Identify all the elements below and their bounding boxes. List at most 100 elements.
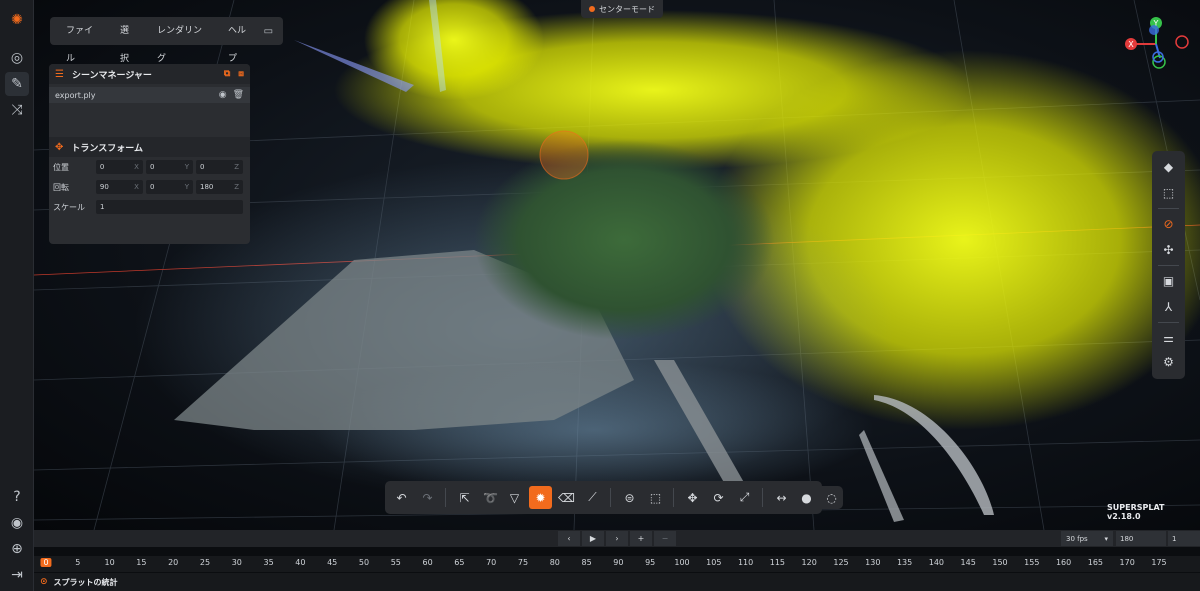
brush-select-icon[interactable]: ✹ [529,486,552,509]
timeline-tick[interactable]: 95 [645,558,655,567]
menu-help[interactable]: ヘルプ [218,17,264,64]
fps-select[interactable]: 30 fps ▾ [1061,531,1113,546]
timeline-tick[interactable]: 150 [992,558,1007,567]
add-keyframe-icon[interactable]: + [630,531,652,546]
rotation-z-field[interactable]: 180 Z [195,180,244,194]
timeline-tick[interactable]: 55 [391,558,401,567]
timeline-tick[interactable]: 85 [582,558,592,567]
axes-icon[interactable]: ⅄ [1157,297,1180,317]
timeline-tick[interactable]: 60 [423,558,433,567]
logout-icon[interactable]: ⇥ [5,563,29,587]
timeline-tick[interactable]: 100 [674,558,689,567]
next-frame-icon[interactable]: › [606,531,628,546]
timeline-tick[interactable]: 145 [961,558,976,567]
timeline-tick[interactable]: 160 [1056,558,1071,567]
discord-icon[interactable]: ◉ [5,511,29,535]
timeline-tick[interactable]: 105 [706,558,721,567]
settings-gear-icon[interactable]: ⚙ [1157,352,1180,372]
timeline-tick[interactable]: 50 [359,558,369,567]
frame-count-field[interactable]: 180 [1116,531,1166,546]
timeline-tick[interactable]: 45 [327,558,337,567]
menu-render[interactable]: レンダリング [147,17,218,64]
box-select-icon[interactable]: ⬚ [644,486,667,509]
timeline-tick[interactable]: 175 [1151,558,1166,567]
gizmo-neg-x[interactable] [1175,35,1189,49]
timeline-tick[interactable]: 110 [738,558,753,567]
orbit-icon[interactable]: ⊘ [1157,214,1180,234]
rotate-icon[interactable]: ⟳ [707,486,730,509]
fly-mode-icon[interactable]: ✣ [1157,240,1180,260]
scene-file-row[interactable]: export.ply ◉ 🗑 [49,87,250,103]
help-icon[interactable]: ? [5,485,29,509]
timeline-tick[interactable]: 80 [550,558,560,567]
timeline-tick[interactable]: 170 [1120,558,1135,567]
app-logo-icon[interactable]: ✺ [5,8,29,32]
timeline-tick[interactable]: 5 [75,558,80,567]
splat-stats-bar[interactable]: ⊙ スプラットの統計 [34,573,1200,591]
rotation-y-field[interactable]: 0Y [145,180,193,194]
redo-icon[interactable]: ↷ [416,486,439,509]
panel-toggle-icon[interactable]: ▭ [264,26,277,37]
remove-keyframe-icon[interactable]: − [654,531,676,546]
sphere-select-icon[interactable]: ⊜ [618,486,641,509]
timeline-tick[interactable]: 120 [802,558,817,567]
position-z-field[interactable]: 0Z [195,160,244,174]
lasso-select-icon[interactable]: ➰ [479,486,502,509]
timeline-tick[interactable]: 25 [200,558,210,567]
timeline-tick[interactable]: 15 [136,558,146,567]
prev-frame-icon[interactable]: ‹ [558,531,580,546]
current-frame-field[interactable]: 1 [1168,531,1200,546]
position-y-field[interactable]: 0Y [145,160,193,174]
diamond-icon[interactable]: ◆ [1157,157,1180,177]
timeline-tick[interactable]: 65 [454,558,464,567]
timeline-tick[interactable]: 75 [518,558,528,567]
scale-icon[interactable]: ⤢ [733,486,756,509]
gizmo-z-axis[interactable] [1149,25,1159,35]
import-icon[interactable]: ⧉ [224,69,230,79]
timeline-tick[interactable]: 10 [105,558,115,567]
orientation-gizmo[interactable]: X Y [1120,16,1192,72]
play-icon[interactable]: ▶ [582,531,604,546]
rotation-x-field[interactable]: 90 X [95,180,143,194]
add-user-icon[interactable]: ⊕ [5,537,29,561]
timeline-tick[interactable]: 165 [1088,558,1103,567]
timeline-ruler[interactable]: 0 5 10 15 20 25 30 35 40 45 50 55 60 65 70 75 80 85 90 95 10… [34,556,1200,572]
undo-icon[interactable]: ↶ [390,486,413,509]
frame-selection-icon[interactable]: ⬚ [1157,183,1180,203]
delete-trash-icon[interactable]: 🗑 [233,90,244,100]
timeline-tick[interactable]: 90 [613,558,623,567]
timeline-tick[interactable]: 115 [770,558,785,567]
sliders-icon[interactable]: ⚌ [1157,328,1180,348]
dashed-circle-icon[interactable]: ◌ [820,486,843,509]
scale-field[interactable]: 1 [96,200,243,214]
timeline-tick[interactable]: 130 [865,558,880,567]
mode-indicator[interactable]: センターモード [581,0,663,18]
timeline-tick[interactable]: 0 [40,558,52,567]
pen-tool-icon[interactable]: ✎ [5,72,29,96]
eyedropper-icon[interactable]: ⟋ [581,486,604,509]
timeline-tick[interactable]: 155 [1024,558,1039,567]
center-focus-icon[interactable]: ▣ [1157,271,1180,291]
polygon-select-icon[interactable]: ▽ [503,486,526,509]
timeline-tick[interactable]: 125 [833,558,848,567]
sphere-icon[interactable]: ● [795,486,818,509]
timeline-tick[interactable]: 35 [264,558,274,567]
pick-select-icon[interactable]: ⇱ [453,486,476,509]
timeline-tick[interactable]: 20 [168,558,178,567]
menu-file[interactable]: ファイル [56,17,110,64]
menu-select[interactable]: 選択 [110,17,147,64]
compass-icon[interactable]: ◎ [5,46,29,70]
shuffle-icon[interactable]: ⤨ [5,98,29,122]
visibility-eye-icon[interactable]: ◉ [219,90,227,100]
timeline-tick[interactable]: 40 [295,558,305,567]
translate-icon[interactable]: ✥ [681,486,704,509]
measure-icon[interactable]: ↔ [770,486,793,509]
scene-manager-header: ☰ シーンマネージャー ⧉ ⧈ [49,64,250,84]
timeline-tick[interactable]: 140 [929,558,944,567]
duplicate-icon[interactable]: ⧈ [238,69,244,79]
timeline-tick[interactable]: 135 [897,558,912,567]
eraser-icon[interactable]: ⌫ [555,486,578,509]
timeline-tick[interactable]: 70 [486,558,496,567]
timeline-tick[interactable]: 30 [232,558,242,567]
position-x-field[interactable]: 0X [95,160,143,174]
